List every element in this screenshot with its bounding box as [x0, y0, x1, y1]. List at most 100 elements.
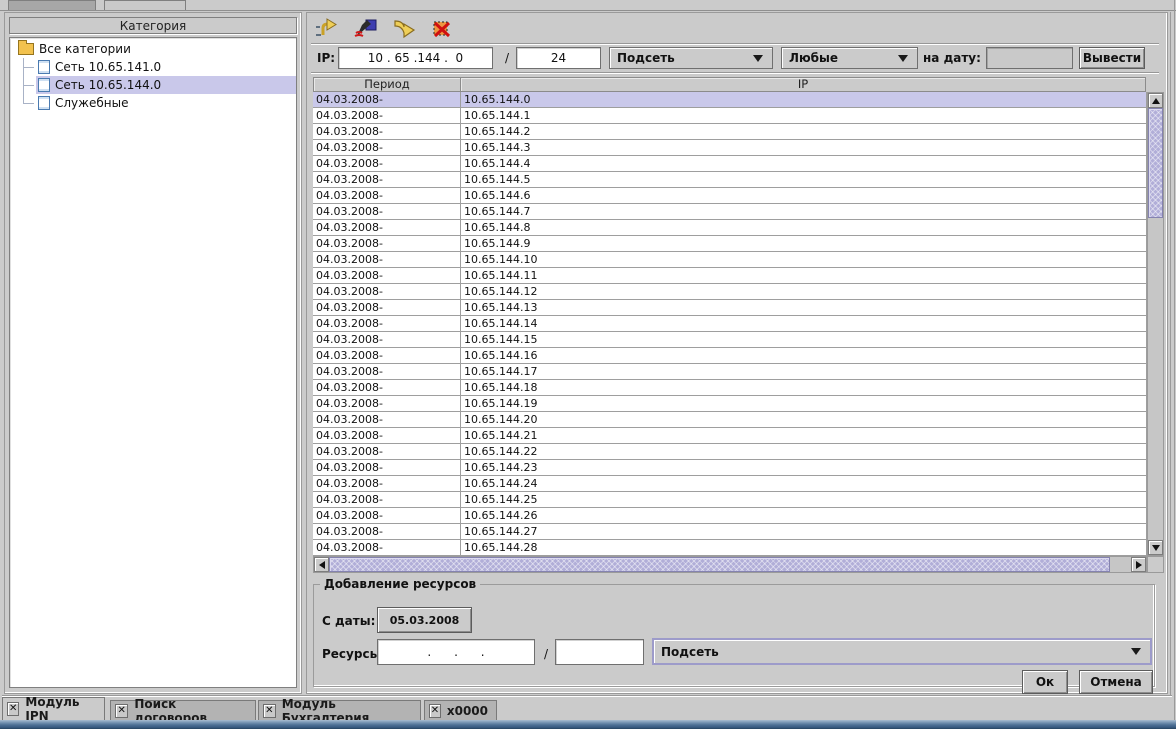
table-row[interactable]: 04.03.2008-10.65.144.5: [313, 172, 1147, 188]
table-row[interactable]: 04.03.2008-10.65.144.18: [313, 380, 1147, 396]
scroll-up-button[interactable]: [1148, 93, 1163, 108]
vertical-scroll-thumb[interactable]: [1148, 108, 1163, 218]
delete-button[interactable]: [429, 17, 455, 41]
table-row[interactable]: 04.03.2008-10.65.144.14: [313, 316, 1147, 332]
ok-button[interactable]: Ок: [1022, 670, 1068, 694]
cell-ip: 10.65.144.12: [461, 284, 1147, 300]
table-row[interactable]: 04.03.2008-10.65.144.26: [313, 508, 1147, 524]
scope-select[interactable]: Любые: [781, 47, 918, 69]
bottom-tab[interactable]: ✕x0000: [424, 700, 497, 720]
cell-ip: 10.65.144.4: [461, 156, 1147, 172]
tree-item[interactable]: Служебные: [10, 94, 296, 112]
slash-label: /: [544, 647, 548, 661]
triangle-left-icon: [319, 561, 325, 569]
table-row[interactable]: 04.03.2008-10.65.144.10: [313, 252, 1147, 268]
document-icon: [38, 96, 50, 110]
forward-button[interactable]: [391, 17, 417, 41]
top-tab-1[interactable]: [8, 0, 96, 10]
top-tab-2[interactable]: [104, 0, 186, 10]
date-input[interactable]: [986, 47, 1073, 69]
cell-ip: 10.65.144.17: [461, 364, 1147, 380]
resources-input[interactable]: . . .: [377, 639, 535, 665]
mask-input[interactable]: 24: [516, 47, 601, 69]
chevron-down-icon: [898, 55, 908, 62]
scroll-right-button[interactable]: [1131, 557, 1146, 572]
results-table: Период IP 04.03.2008-10.65.144.004.03.20…: [313, 77, 1164, 573]
ip-input[interactable]: 10 . 65 .144 . 0: [338, 47, 493, 69]
cancel-button[interactable]: Отмена: [1079, 670, 1153, 694]
tree-connector: [10, 58, 36, 76]
bottom-tab[interactable]: ✕ Модуль IPN: [2, 697, 105, 720]
cell-ip: 10.65.144.8: [461, 220, 1147, 236]
show-button[interactable]: Вывести: [1079, 47, 1145, 69]
table-row[interactable]: 04.03.2008-10.65.144.11: [313, 268, 1147, 284]
table-row[interactable]: 04.03.2008-10.65.144.21: [313, 428, 1147, 444]
bottom-tab[interactable]: ✕Модуль Бухгалтерия: [258, 700, 421, 720]
table-row[interactable]: 04.03.2008-10.65.144.3: [313, 140, 1147, 156]
from-date-button[interactable]: 05.03.2008: [377, 607, 472, 633]
table-row[interactable]: 04.03.2008-10.65.144.25: [313, 492, 1147, 508]
table-row[interactable]: 04.03.2008-10.65.144.24: [313, 476, 1147, 492]
scroll-down-button[interactable]: [1148, 540, 1163, 555]
bottom-tab-label: Модуль IPN: [25, 695, 96, 723]
resource-type-select[interactable]: Подсеть: [652, 638, 1152, 665]
table-row[interactable]: 04.03.2008-10.65.144.28: [313, 540, 1147, 556]
cell-period: 04.03.2008-: [313, 172, 461, 188]
edit-button[interactable]: [353, 17, 379, 41]
table-row[interactable]: 04.03.2008-10.65.144.23: [313, 460, 1147, 476]
table-row[interactable]: 04.03.2008-10.65.144.6: [313, 188, 1147, 204]
table-row[interactable]: 04.03.2008-10.65.144.7: [313, 204, 1147, 220]
cell-period: 04.03.2008-: [313, 396, 461, 412]
category-panel: Категория Все категорииСеть 10.65.141.0С…: [4, 12, 302, 694]
table-row[interactable]: 04.03.2008-10.65.144.9: [313, 236, 1147, 252]
table-row[interactable]: 04.03.2008-10.65.144.17: [313, 364, 1147, 380]
ip-label: IP:: [317, 51, 335, 65]
cell-ip: 10.65.144.11: [461, 268, 1147, 284]
tree-item-label: Все категории: [39, 42, 131, 56]
triangle-up-icon: [1152, 98, 1160, 104]
tree-item-label: Сеть 10.65.141.0: [55, 60, 161, 74]
close-icon[interactable]: ✕: [7, 702, 19, 716]
table-row[interactable]: 04.03.2008-10.65.144.8: [313, 220, 1147, 236]
scroll-left-button[interactable]: [314, 557, 329, 572]
tree-item[interactable]: Все категории: [10, 40, 296, 58]
toolbar: [315, 17, 455, 41]
tree-item[interactable]: Сеть 10.65.144.0: [10, 76, 296, 94]
vertical-scrollbar[interactable]: [1147, 92, 1164, 556]
resource-type-value: Подсеть: [661, 645, 719, 659]
tree-item-label: Сеть 10.65.144.0: [55, 78, 161, 92]
table-row[interactable]: 04.03.2008-10.65.144.12: [313, 284, 1147, 300]
table-row[interactable]: 04.03.2008-10.65.144.13: [313, 300, 1147, 316]
tree-item-content: Служебные: [36, 94, 296, 112]
horizontal-scroll-thumb[interactable]: [329, 557, 1110, 572]
table-row[interactable]: 04.03.2008-10.65.144.27: [313, 524, 1147, 540]
resources-mask-input[interactable]: [555, 639, 644, 665]
table-row[interactable]: 04.03.2008-10.65.144.4: [313, 156, 1147, 172]
table-row[interactable]: 04.03.2008-10.65.144.19: [313, 396, 1147, 412]
cell-period: 04.03.2008-: [313, 300, 461, 316]
column-header-period[interactable]: Период: [313, 77, 461, 92]
tree-item[interactable]: Сеть 10.65.141.0: [10, 58, 296, 76]
column-header-ip[interactable]: IP: [460, 77, 1146, 92]
table-row[interactable]: 04.03.2008-10.65.144.20: [313, 412, 1147, 428]
move-up-button[interactable]: [315, 17, 341, 41]
table-row[interactable]: 04.03.2008-10.65.144.2: [313, 124, 1147, 140]
add-resources-group: Добавление ресурсов С даты: 05.03.2008 Р…: [313, 577, 1155, 687]
close-icon[interactable]: ✕: [429, 704, 441, 718]
table-row[interactable]: 04.03.2008-10.65.144.0: [313, 92, 1147, 108]
table-row[interactable]: 04.03.2008-10.65.144.15: [313, 332, 1147, 348]
close-icon[interactable]: ✕: [115, 704, 128, 718]
table-row[interactable]: 04.03.2008-10.65.144.22: [313, 444, 1147, 460]
cell-period: 04.03.2008-: [313, 412, 461, 428]
bottom-tab[interactable]: ✕Поиск договоров: [110, 700, 256, 720]
table-row[interactable]: 04.03.2008-10.65.144.1: [313, 108, 1147, 124]
frame-edge-right-outer: [1174, 0, 1175, 720]
type-select[interactable]: Подсеть: [609, 47, 773, 69]
table-row[interactable]: 04.03.2008-10.65.144.16: [313, 348, 1147, 364]
close-icon[interactable]: ✕: [263, 704, 276, 718]
type-select-value: Подсеть: [617, 51, 675, 65]
horizontal-scrollbar[interactable]: [313, 556, 1147, 573]
cell-period: 04.03.2008-: [313, 204, 461, 220]
cell-ip: 10.65.144.19: [461, 396, 1147, 412]
cell-period: 04.03.2008-: [313, 220, 461, 236]
